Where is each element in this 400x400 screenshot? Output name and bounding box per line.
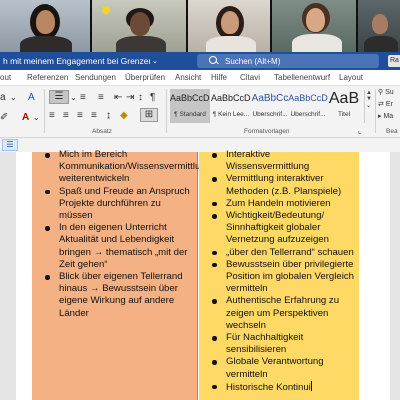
clear-formatting-icon[interactable]: A bbox=[28, 92, 35, 104]
document-area: ☰ Mich im Bereich Kommunikation/Wissensv… bbox=[0, 138, 400, 400]
video-tile-participant-5[interactable] bbox=[358, 0, 400, 52]
bullets-icon[interactable]: ☰ bbox=[49, 90, 69, 104]
select-button[interactable]: ▸ Ma bbox=[378, 112, 393, 120]
bullet-item[interactable]: Historische Kontinui bbox=[199, 380, 355, 394]
sort-icon[interactable]: ↕ bbox=[138, 92, 143, 104]
account-button[interactable]: Ra bbox=[388, 55, 400, 67]
text-effects-icon[interactable]: ✐ bbox=[0, 112, 8, 124]
decrease-indent-icon[interactable]: ⇤ bbox=[114, 92, 122, 104]
document-page[interactable]: Mich im Bereich Kommunikation/Wissensver… bbox=[16, 149, 390, 400]
ribbon-divider bbox=[44, 89, 45, 133]
style-kein-leerraum[interactable]: AaBbCcDc ¶ Kein Lee... bbox=[211, 89, 251, 123]
document-title: h mit meinem Engagement bei Grenzenlos e… bbox=[3, 56, 150, 66]
table-column-right[interactable]: Interaktive Wissensvermittlung Vermittlun… bbox=[199, 149, 359, 400]
pilcrow-icon[interactable]: ¶ bbox=[150, 92, 155, 104]
list-view-icon[interactable]: ☰ bbox=[2, 139, 18, 151]
replace-button[interactable]: ⇄ Er bbox=[378, 100, 393, 108]
case-icon[interactable]: a bbox=[0, 92, 6, 104]
align-center-icon[interactable]: ≡ bbox=[63, 110, 69, 122]
tab-sendungen[interactable]: Sendungen bbox=[75, 73, 116, 82]
tab-ueberpruefen[interactable]: Überprüfen bbox=[125, 73, 165, 82]
search-icon: ⚲ bbox=[378, 89, 384, 96]
tab-tabellenentwurf[interactable]: Tabellenentwurf bbox=[274, 73, 330, 82]
ribbon-tab-bar: out Referenzen Sendungen Überprüfen Ansi… bbox=[0, 70, 400, 86]
numbering-icon[interactable]: ≡ bbox=[80, 92, 86, 104]
select-icon: ▸ bbox=[378, 113, 382, 120]
bullet-item[interactable]: Für Nachhaltigkeit sensibilisieren bbox=[199, 332, 355, 356]
style-standard[interactable]: AaBbCcDc ¶ Standard bbox=[170, 89, 210, 123]
align-left-icon[interactable]: ≡ bbox=[49, 110, 55, 122]
increase-indent-icon[interactable]: ⇥ bbox=[126, 92, 134, 104]
text-cursor bbox=[310, 380, 312, 391]
styles-gallery-scroll[interactable]: ▲ ▼ ⌄ bbox=[364, 90, 372, 123]
ribbon-start: a ⌄ A ✐ A ⌄ ☰ ⌄ ≡ ≡ ⇤ ⇥ ↕ ¶ ≡ ≡ ≡ ≡ ↨ ◆ … bbox=[0, 86, 400, 138]
bullet-item[interactable]: Spaß und Freude an Anspruch Projekte dur… bbox=[32, 186, 193, 223]
tab-hilfe[interactable]: Hilfe bbox=[211, 73, 227, 82]
left-bullet-list: Mich im Bereich Kommunikation/Wissensver… bbox=[32, 149, 211, 320]
replace-icon: ⇄ bbox=[378, 101, 384, 108]
bullet-item[interactable]: In den eigenen Unterricht Aktualität und… bbox=[32, 222, 193, 271]
video-tile-participant-2[interactable] bbox=[92, 0, 188, 52]
chevron-down-icon[interactable]: ⌄ bbox=[33, 112, 40, 124]
find-button[interactable]: ⚲ Su bbox=[378, 88, 394, 96]
video-participant-strip bbox=[0, 0, 400, 52]
ribbon-divider bbox=[375, 89, 376, 133]
video-tile-participant-1[interactable] bbox=[0, 0, 92, 52]
bullet-item[interactable]: Interaktive Wissensvermittlung bbox=[199, 149, 355, 173]
multilevel-list-icon[interactable]: ≡ bbox=[98, 92, 104, 104]
styles-group-label: Formatvorlagen bbox=[244, 128, 290, 135]
video-tile-participant-4[interactable] bbox=[272, 0, 358, 52]
bullet-item[interactable]: Wichtigkeit/Bedeutung/ Sinnhaftigkeit gl… bbox=[199, 210, 355, 247]
dialog-launcher-icon[interactable]: ⌞ bbox=[358, 126, 361, 138]
style-titel[interactable]: AaB Titel bbox=[326, 89, 362, 123]
chevron-down-icon[interactable]: ⌄ bbox=[70, 92, 77, 104]
tab-ansicht[interactable]: Ansicht bbox=[175, 73, 201, 82]
editing-group-label: Bea bbox=[386, 128, 398, 135]
borders-icon[interactable]: ⊞ bbox=[140, 108, 158, 122]
tab-citavi[interactable]: Citavi bbox=[240, 73, 260, 82]
bullet-item[interactable]: Authentische Erfahrung zu zeigen um Pers… bbox=[199, 295, 355, 332]
video-tile-participant-3[interactable] bbox=[188, 0, 272, 52]
ribbon-divider bbox=[166, 89, 167, 133]
vertical-scroll-gutter[interactable] bbox=[390, 152, 400, 400]
paragraph-group-label: Absatz bbox=[92, 128, 112, 135]
bullet-item[interactable]: Zum Handeln motivieren bbox=[199, 198, 355, 210]
style-ueberschrift-1[interactable]: AaBbCc Überschrif... bbox=[250, 89, 290, 123]
chevron-down-icon[interactable]: ⌄ bbox=[10, 92, 17, 104]
tab-layout-partial[interactable]: out bbox=[0, 73, 11, 82]
tab-referenzen[interactable]: Referenzen bbox=[27, 73, 68, 82]
bullet-item[interactable]: Bewusstsein über privilegierte Position … bbox=[199, 259, 355, 296]
right-bullet-list: Interaktive Wissensvermittlung Vermittlun… bbox=[199, 149, 355, 394]
line-spacing-icon[interactable]: ↨ bbox=[106, 110, 111, 122]
align-right-icon[interactable]: ≡ bbox=[77, 110, 83, 122]
shading-icon[interactable]: ◆ bbox=[120, 110, 128, 122]
bullet-item[interactable]: Blick über eigenen Tellerrand hinaus → B… bbox=[32, 271, 193, 320]
bullet-item[interactable]: Vermittlung interaktiver Methoden (z.B. … bbox=[199, 173, 355, 197]
font-color-icon[interactable]: A bbox=[22, 112, 29, 124]
search-icon bbox=[207, 55, 223, 67]
bullet-item[interactable]: „über den Tellerrand“ schauen bbox=[199, 247, 355, 259]
tab-layout[interactable]: Layout bbox=[339, 73, 363, 82]
word-title-bar: h mit meinem Engagement bei Grenzenlos e… bbox=[0, 52, 400, 70]
bullet-item[interactable]: Mich im Bereich Kommunikation/Wissensver… bbox=[32, 149, 211, 186]
bullet-item[interactable]: Globale Verantwortung vermitteln bbox=[199, 356, 355, 380]
style-ueberschrift-2[interactable]: AaBbCcD Überschrif... bbox=[288, 89, 328, 123]
justify-icon[interactable]: ≡ bbox=[91, 110, 97, 122]
chevron-down-icon[interactable]: ⌄ bbox=[152, 57, 158, 65]
search-box[interactable]: Suchen (Alt+M) bbox=[197, 54, 379, 68]
search-placeholder: Suchen (Alt+M) bbox=[225, 56, 281, 66]
table-column-left[interactable]: Mich im Bereich Kommunikation/Wissensver… bbox=[32, 149, 211, 400]
